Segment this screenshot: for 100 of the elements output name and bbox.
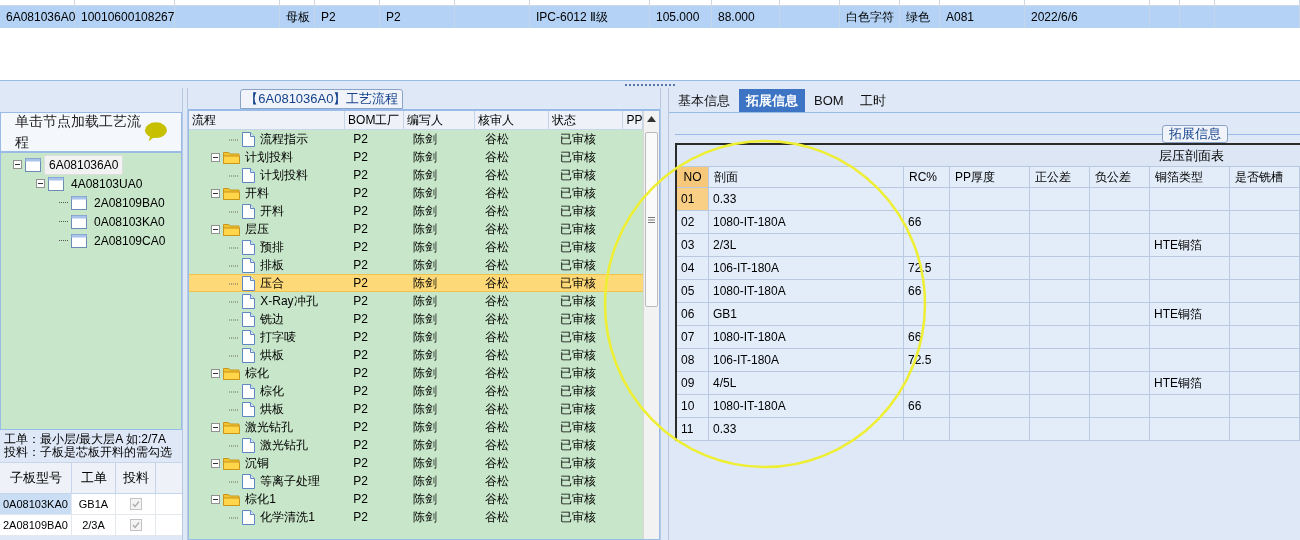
column-header[interactable]: NO <box>677 167 709 187</box>
column-header[interactable]: 流程 <box>189 111 346 129</box>
flow-row[interactable]: 压合 P2 陈剑 谷松 已审核 <box>189 274 644 292</box>
flow-row[interactable]: 棕化 P2 陈剑 谷松 已审核 <box>189 382 644 400</box>
flow-step-name: 预排 <box>260 239 285 256</box>
table-cell-text: 已审核 <box>559 221 598 238</box>
flow-step-name: 棕化1 <box>245 491 276 508</box>
table-cell-text: 谷松 <box>484 221 511 238</box>
tab[interactable]: 工时 <box>852 89 893 112</box>
flow-row[interactable]: 等离子处理 P2 陈剑 谷松 已审核 <box>189 472 644 490</box>
table-cell: 66 <box>904 395 950 417</box>
tab[interactable]: 拓展信息 <box>739 89 805 112</box>
collapse-icon[interactable] <box>13 160 22 169</box>
table-cell: GB1 <box>709 303 904 325</box>
table-cell: 2A08109BA0 <box>0 515 72 535</box>
checkbox[interactable] <box>129 498 142 510</box>
table-cell-text: 谷松 <box>484 491 511 508</box>
flow-row[interactable]: 层压 P2 陈剑 谷松 已审核 <box>189 220 644 238</box>
window-icon <box>71 233 87 248</box>
table-cell-text: 陈剑 <box>412 383 439 400</box>
table-cell: GB1A <box>72 494 116 514</box>
flow-row[interactable]: 流程指示 P2 陈剑 谷松 已审核 <box>189 130 644 148</box>
tree-node[interactable]: 2A08109CA0 <box>90 231 170 250</box>
tab[interactable]: BOM <box>807 89 851 112</box>
flow-row[interactable]: 开料 P2 陈剑 谷松 已审核 <box>189 202 644 220</box>
tree-node[interactable]: 4A08103UA0 <box>67 174 147 193</box>
table-cell-text: P2 <box>352 455 369 472</box>
flow-row[interactable]: 化学清洗1 P2 陈剑 谷松 已审核 <box>189 508 644 526</box>
flow-step-name: 排板 <box>260 257 285 274</box>
column-header[interactable]: 编写人 <box>404 111 476 129</box>
table-cell-text: 陈剑 <box>412 311 439 328</box>
collapse-icon[interactable] <box>211 368 221 378</box>
note-text: 工单：最小层/最大层A 如:2/7A <box>4 433 168 446</box>
table-cell-text: P2 <box>352 509 369 526</box>
column-header[interactable]: 核审人 <box>475 111 550 129</box>
collapse-icon[interactable] <box>211 458 221 468</box>
table-cell-text: P2 <box>352 383 369 400</box>
table-cell-text: 陈剑 <box>412 221 439 238</box>
flow-row[interactable]: 铣边 P2 陈剑 谷松 已审核 <box>189 310 644 328</box>
table-cell: 66 <box>904 211 950 233</box>
collapse-icon[interactable] <box>211 152 221 162</box>
checkbox[interactable] <box>129 519 142 531</box>
grid-row[interactable]: 6A081036A0 10010600108267 母板 P2 P2 IPC-6012 Ⅱ级 105.000 88.000 白色字符 绿色 A081 2022/6/6 <box>0 6 1300 28</box>
column-header[interactable]: 子板型号 <box>0 463 72 493</box>
flow-row[interactable]: 沉铜 P2 陈剑 谷松 已审核 <box>189 454 644 472</box>
table-cell-text: P2 <box>352 401 369 418</box>
table-cell-text: P2 <box>352 149 369 166</box>
row-number: 07 <box>677 326 709 348</box>
document-icon <box>242 257 256 273</box>
table-cell-text: 已审核 <box>559 473 598 490</box>
column-header[interactable]: 负公差 <box>1090 167 1150 187</box>
table-cell: 2/3L <box>709 234 904 256</box>
flow-row[interactable]: 预排 P2 陈剑 谷松 已审核 <box>189 238 644 256</box>
flow-step-name: 烘板 <box>260 401 285 418</box>
collapse-icon[interactable] <box>36 179 45 188</box>
column-header[interactable]: PP厚度 <box>950 167 1030 187</box>
column-header[interactable]: 铜箔类型 <box>1150 167 1230 187</box>
table-cell: 1080-IT-180A <box>709 395 904 417</box>
flow-row[interactable]: 计划投料 P2 陈剑 谷松 已审核 <box>189 166 644 184</box>
collapse-icon[interactable] <box>211 422 221 432</box>
flow-row[interactable]: 棕化1 P2 陈剑 谷松 已审核 <box>189 490 644 508</box>
flow-row[interactable]: 棕化 P2 陈剑 谷松 已审核 <box>189 364 644 382</box>
flow-row[interactable]: X-Ray冲孔 P2 陈剑 谷松 已审核 <box>189 292 644 310</box>
flow-step-name: 棕化 <box>260 383 285 400</box>
table-cell-text: P2 <box>352 329 369 346</box>
table-cell: 66 <box>904 280 950 302</box>
flow-row[interactable]: 烘板 P2 陈剑 谷松 已审核 <box>189 400 644 418</box>
flow-step-name: 棕化 <box>245 365 270 382</box>
table-cell: 106-IT-180A <box>709 349 904 371</box>
column-header[interactable]: RC% <box>904 167 950 187</box>
tree-node[interactable]: 0A08103KA0 <box>90 212 169 231</box>
column-header[interactable]: 正公差 <box>1030 167 1090 187</box>
flow-step-name: 开料 <box>245 185 270 202</box>
column-header[interactable]: 状态 <box>549 111 624 129</box>
flow-row[interactable]: 开料 P2 陈剑 谷松 已审核 <box>189 184 644 202</box>
flow-step-name: 铣边 <box>260 311 285 328</box>
flow-row[interactable]: 打字唛 P2 陈剑 谷松 已审核 <box>189 328 644 346</box>
tab[interactable]: 基本信息 <box>671 89 737 112</box>
collapse-icon[interactable] <box>211 494 221 504</box>
collapse-icon[interactable] <box>211 188 221 198</box>
column-header[interactable]: BOM工厂 <box>345 111 405 129</box>
column-header[interactable]: 投料 <box>116 463 156 493</box>
column-header[interactable]: 是否铣槽 <box>1230 167 1300 187</box>
tree-node[interactable]: 2A08109BA0 <box>90 193 169 212</box>
table-cell-text: 陈剑 <box>412 401 439 418</box>
flow-row[interactable]: 烘板 P2 陈剑 谷松 已审核 <box>189 346 644 364</box>
row-number: 10 <box>677 395 709 417</box>
flow-row[interactable]: 计划投料 P2 陈剑 谷松 已审核 <box>189 148 644 166</box>
flow-row[interactable]: 排板 P2 陈剑 谷松 已审核 <box>189 256 644 274</box>
collapse-icon[interactable] <box>211 224 221 234</box>
flow-row[interactable]: 激光钻孔 P2 陈剑 谷松 已审核 <box>189 436 644 454</box>
column-header[interactable]: 工单 <box>72 463 116 493</box>
flow-row[interactable]: 激光钻孔 P2 陈剑 谷松 已审核 <box>189 418 644 436</box>
column-header[interactable]: 剖面 <box>709 167 904 187</box>
flow-step-name: 计划投料 <box>260 167 309 184</box>
table-cell-text: 谷松 <box>484 347 511 364</box>
document-icon <box>242 473 256 489</box>
tree-node[interactable]: 6A081036A0 <box>44 154 124 175</box>
scrollbar-thumb[interactable] <box>645 132 659 307</box>
scrollbar[interactable] <box>643 111 660 539</box>
